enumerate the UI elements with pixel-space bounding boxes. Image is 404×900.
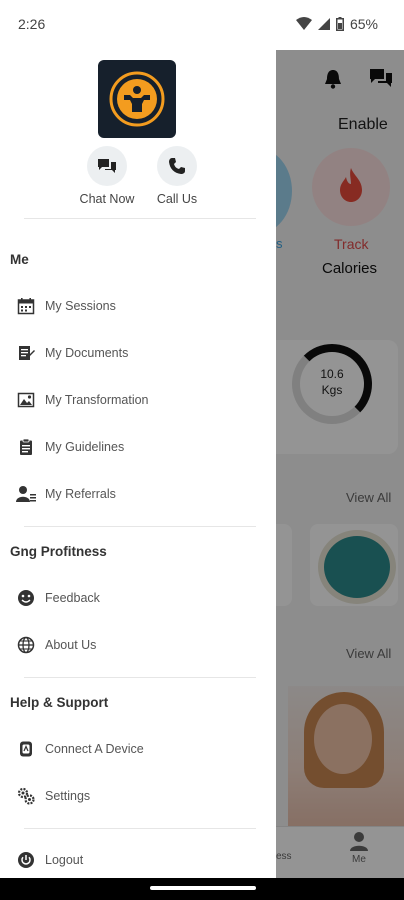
phone-icon: [157, 146, 197, 186]
menu-item-about-us[interactable]: About Us: [0, 625, 276, 665]
referral-icon: [15, 483, 37, 505]
menu-label: Connect A Device: [45, 742, 144, 756]
signal-icon: [317, 18, 330, 30]
device-icon: [15, 738, 37, 760]
clipboard-icon: [15, 436, 37, 458]
call-us-button[interactable]: Call Us: [137, 146, 217, 206]
divider: [24, 526, 256, 527]
menu-item-connect-device[interactable]: Connect A Device: [0, 729, 276, 769]
menu-item-feedback[interactable]: Feedback: [0, 578, 276, 618]
navigation-drawer: Chat Now Call Us Me My Sessions My Docum…: [0, 50, 276, 878]
wifi-icon: [295, 17, 312, 31]
menu-label: My Referrals: [45, 487, 116, 501]
section-title-help-support: Help & Support: [10, 695, 109, 710]
battery-icon: [335, 17, 344, 31]
menu-label: My Guidelines: [45, 440, 125, 454]
menu-label: Logout: [45, 853, 84, 867]
divider: [24, 828, 256, 829]
menu-item-my-documents[interactable]: My Documents: [0, 333, 276, 373]
menu-label: Settings: [45, 789, 91, 803]
gears-icon: [15, 785, 37, 807]
chat-icon: [87, 146, 127, 186]
divider: [24, 677, 256, 678]
menu-label: About Us: [45, 638, 97, 652]
chat-now-label: Chat Now: [79, 192, 135, 206]
smiley-icon: [15, 587, 37, 609]
menu-item-my-referrals[interactable]: My Referrals: [0, 474, 276, 514]
menu-item-my-transformation[interactable]: My Transformation: [0, 380, 276, 420]
menu-item-settings[interactable]: Settings: [0, 776, 276, 816]
status-time: 2:26: [18, 16, 46, 32]
home-gesture-handle[interactable]: [150, 886, 256, 890]
menu-label: My Sessions: [45, 299, 116, 313]
section-title-me: Me: [10, 252, 29, 267]
globe-icon: [15, 634, 37, 656]
power-icon: [15, 849, 37, 871]
chat-now-button[interactable]: Chat Now: [67, 146, 147, 206]
menu-label: My Transformation: [45, 393, 149, 407]
gym-logo-icon: [98, 60, 176, 138]
divider: [24, 218, 256, 219]
document-icon: [15, 342, 37, 364]
menu-item-my-guidelines[interactable]: My Guidelines: [0, 427, 276, 467]
image-icon: [15, 389, 37, 411]
status-icons: 65%: [295, 16, 378, 32]
calendar-icon: [15, 295, 37, 317]
call-us-label: Call Us: [156, 192, 198, 206]
section-title-gng-profitness: Gng Profitness: [10, 544, 107, 559]
menu-item-my-sessions[interactable]: My Sessions: [0, 286, 276, 326]
menu-label: My Documents: [45, 346, 129, 360]
battery-percent: 65%: [349, 16, 378, 32]
menu-label: Feedback: [45, 591, 100, 605]
status-bar: 2:26 65%: [0, 0, 404, 50]
menu-item-logout[interactable]: Logout: [0, 840, 276, 878]
